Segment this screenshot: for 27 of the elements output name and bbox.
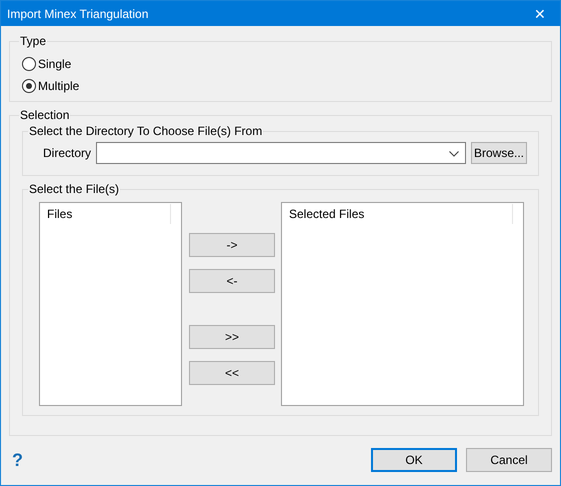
chevron-down-icon	[449, 151, 460, 157]
column-header[interactable]: Selected Files	[289, 207, 512, 221]
browse-button[interactable]: Browse...	[471, 142, 528, 164]
help-icon[interactable]: ?	[12, 450, 23, 470]
group-label: Selection	[19, 108, 70, 122]
radio-button[interactable]	[22, 79, 36, 93]
group-label: Select the File(s)	[28, 182, 120, 196]
group-label: Type	[19, 34, 48, 48]
close-button[interactable]: ✕	[520, 1, 560, 26]
column-header[interactable]: Files	[47, 207, 170, 221]
radio-button[interactable]	[22, 57, 36, 71]
transfer-button[interactable]: ->	[189, 233, 275, 257]
radio-label: Multiple	[38, 79, 80, 93]
radio-option[interactable]: Multiple	[22, 76, 539, 96]
transfer-button[interactable]: <<	[189, 361, 275, 385]
directory-dropdown[interactable]	[96, 142, 466, 164]
selected-files-list[interactable]: Selected Files	[281, 202, 524, 406]
transfer-button[interactable]: >>	[189, 325, 275, 349]
cancel-button[interactable]: Cancel	[466, 448, 552, 472]
directory-label: Directory	[43, 146, 92, 160]
window-title: Import Minex Triangulation	[7, 6, 148, 20]
radio-label: Single	[38, 57, 72, 71]
group-label: Select the Directory To Choose File(s) From	[28, 124, 264, 138]
radio-option[interactable]: Single	[22, 54, 539, 74]
files-list[interactable]: Files	[39, 202, 182, 406]
transfer-button[interactable]: <-	[189, 269, 275, 293]
ok-button[interactable]: OK	[371, 448, 457, 472]
